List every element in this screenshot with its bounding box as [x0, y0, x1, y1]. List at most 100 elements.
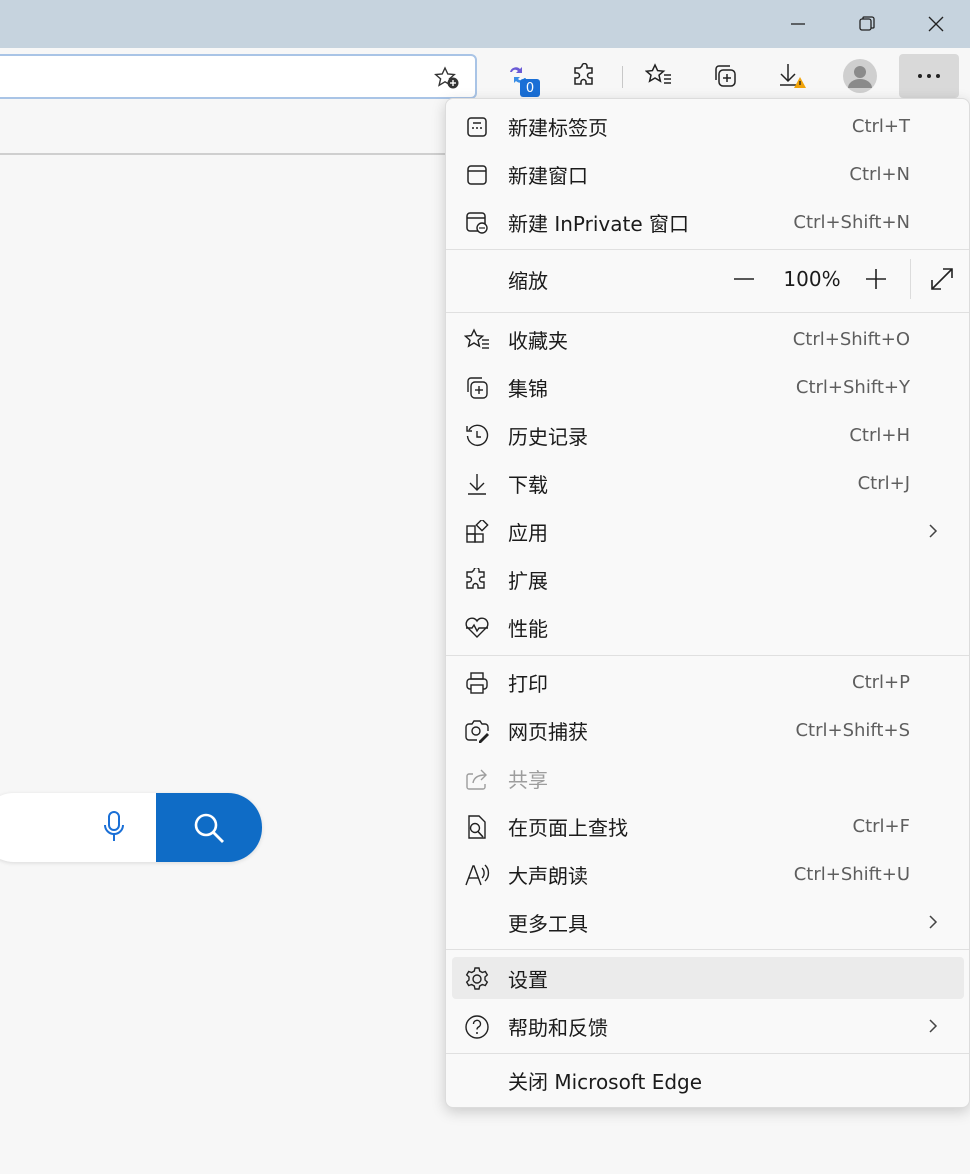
- menu-item-label: 下载: [508, 472, 548, 497]
- menu-item-shortcut: Ctrl+N: [849, 163, 910, 185]
- menu-divider: [446, 312, 969, 313]
- menu-item-favorites[interactable]: 收藏夹 Ctrl+Shift+O: [452, 318, 964, 360]
- profile-icon: [843, 59, 877, 93]
- downloads-button[interactable]: [770, 56, 814, 96]
- performance-icon: [464, 615, 490, 641]
- new-window-icon: [464, 162, 490, 188]
- help-icon: [464, 1014, 490, 1040]
- collections-icon: [464, 375, 490, 401]
- more-icon: [918, 74, 940, 78]
- menu-item-more-tools[interactable]: 更多工具: [452, 901, 964, 943]
- menu-item-label: 大声朗读: [508, 863, 588, 888]
- menu-item-collections[interactable]: 集锦 Ctrl+Shift+Y: [452, 366, 964, 408]
- microphone-icon: [104, 811, 124, 841]
- menu-item-history[interactable]: 历史记录 Ctrl+H: [452, 414, 964, 456]
- menu-item-shortcut: Ctrl+Shift+S: [795, 719, 910, 741]
- minus-icon: [734, 278, 754, 280]
- menu-item-label: 设置: [508, 967, 548, 992]
- restore-icon: [859, 16, 875, 31]
- full-screen-button[interactable]: [928, 265, 956, 293]
- menu-item-apps[interactable]: 应用: [452, 510, 964, 552]
- profile-button[interactable]: [838, 56, 882, 96]
- search-icon: [194, 813, 224, 843]
- menu-item-label: 新建窗口: [508, 163, 588, 188]
- menu-item-new-window[interactable]: 新建窗口 Ctrl+N: [452, 153, 964, 195]
- search-submit-button[interactable]: [156, 793, 262, 862]
- menu-item-label: 性能: [508, 616, 548, 641]
- favorites-icon: [645, 63, 671, 84]
- more-button[interactable]: [899, 54, 959, 98]
- close-window-button[interactable]: [902, 0, 970, 48]
- zoom-row: 缩放 100%: [452, 251, 964, 307]
- inprivate-icon: [464, 210, 490, 236]
- menu-item-label: 更多工具: [508, 911, 588, 936]
- menu-item-web-capture[interactable]: 网页捕获 Ctrl+Shift+S: [452, 709, 964, 751]
- favorites-button[interactable]: [637, 56, 681, 96]
- menu-item-new-tab[interactable]: 新建标签页 Ctrl+T: [452, 105, 964, 147]
- extensions-icon: [464, 567, 490, 593]
- menu-item-new-inprivate[interactable]: 新建 InPrivate 窗口 Ctrl+Shift+N: [452, 201, 964, 243]
- settings-menu: 新建标签页 Ctrl+T 新建窗口 Ctrl+N 新建 InPrivate 窗口…: [445, 98, 970, 1108]
- add-favorite-icon: [434, 66, 459, 89]
- zoom-value: 100%: [783, 267, 841, 291]
- zoom-in-button[interactable]: [862, 265, 890, 293]
- toolbar-separator: [622, 66, 623, 88]
- menu-item-label: 新建 InPrivate 窗口: [508, 211, 690, 236]
- collections-button[interactable]: [703, 56, 747, 96]
- zoom-separator: [910, 259, 911, 299]
- print-icon: [464, 670, 490, 696]
- menu-item-settings[interactable]: 设置: [452, 957, 964, 999]
- menu-item-extensions[interactable]: 扩展: [452, 558, 964, 600]
- menu-divider: [446, 1053, 969, 1054]
- web-capture-icon: [464, 718, 490, 744]
- downloads-icon: [780, 64, 806, 88]
- menu-divider: [446, 655, 969, 656]
- menu-item-label: 历史记录: [508, 424, 588, 449]
- menu-item-label: 打印: [508, 671, 548, 696]
- add-favorite-button[interactable]: [434, 66, 460, 90]
- read-aloud-icon: [464, 862, 490, 888]
- menu-item-shortcut: Ctrl+J: [857, 472, 910, 494]
- menu-item-label: 共享: [508, 767, 548, 792]
- menu-item-shortcut: Ctrl+H: [849, 424, 910, 446]
- page-divider: [0, 153, 446, 155]
- menu-item-label: 帮助和反馈: [508, 1015, 608, 1040]
- download-icon: [464, 471, 490, 497]
- share-icon: [464, 766, 490, 792]
- toolbar: [0, 48, 970, 104]
- zoom-out-button[interactable]: [730, 265, 758, 293]
- new-tab-icon: [464, 114, 490, 140]
- restore-button[interactable]: [833, 0, 901, 48]
- menu-item-help-feedback[interactable]: 帮助和反馈: [452, 1005, 964, 1047]
- menu-item-read-aloud[interactable]: 大声朗读 Ctrl+Shift+U: [452, 853, 964, 895]
- menu-item-downloads[interactable]: 下载 Ctrl+J: [452, 462, 964, 504]
- page-search-box[interactable]: [0, 793, 262, 862]
- menu-divider: [446, 949, 969, 950]
- settings-icon: [464, 966, 490, 992]
- find-icon: [464, 814, 490, 840]
- menu-item-close-edge[interactable]: 关闭 Microsoft Edge: [452, 1059, 964, 1101]
- title-bar: [0, 0, 970, 48]
- menu-item-label: 关闭 Microsoft Edge: [508, 1069, 703, 1094]
- chevron-right-icon: [929, 915, 938, 929]
- address-bar[interactable]: [0, 54, 477, 99]
- menu-item-performance[interactable]: 性能: [452, 606, 964, 648]
- menu-item-shortcut: Ctrl+F: [852, 815, 910, 837]
- full-screen-icon: [931, 268, 953, 290]
- minimize-button[interactable]: [764, 0, 832, 48]
- menu-item-find-on-page[interactable]: 在页面上查找 Ctrl+F: [452, 805, 964, 847]
- chevron-right-icon: [929, 524, 938, 538]
- menu-divider: [446, 249, 969, 250]
- chevron-right-icon: [929, 1019, 938, 1033]
- apps-icon: [464, 519, 490, 545]
- menu-item-shortcut: Ctrl+Shift+N: [793, 211, 910, 233]
- menu-item-print[interactable]: 打印 Ctrl+P: [452, 661, 964, 703]
- favorites-icon: [464, 327, 490, 353]
- voice-search-button[interactable]: [100, 807, 128, 847]
- menu-item-share: 共享: [452, 757, 964, 799]
- extensions-button[interactable]: [563, 56, 607, 96]
- menu-item-label: 网页捕获: [508, 719, 588, 744]
- close-icon: [928, 16, 944, 32]
- menu-item-label: 收藏夹: [508, 328, 568, 353]
- menu-item-label: 新建标签页: [508, 115, 608, 140]
